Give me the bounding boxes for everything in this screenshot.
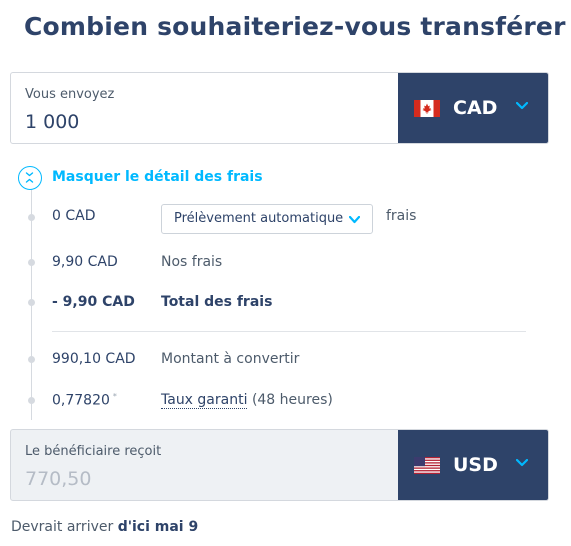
delivery-date: d'ici mai 9 [117, 519, 199, 535]
chevron-down-icon [349, 216, 360, 224]
timeline-dot [28, 299, 35, 306]
our-fee-amount: 9,90 CAD [52, 254, 118, 270]
send-currency-code: CAD [453, 97, 498, 119]
send-label: Vous envoyez [25, 87, 115, 102]
payment-fee-amount: 0 CAD [52, 208, 96, 224]
guaranteed-rate-link[interactable]: Taux garanti [161, 392, 248, 409]
payment-method-select[interactable]: Prélèvement automatique [161, 204, 373, 234]
flag-canada-icon [414, 99, 440, 117]
timeline-dot [28, 259, 35, 266]
payment-fee-suffix: frais [386, 208, 417, 224]
chevron-down-icon [516, 459, 528, 467]
guaranteed-rate: Taux garanti (48 heures) [161, 392, 333, 409]
chevron-down-icon [516, 102, 528, 110]
total-fee-label: Total des frais [161, 294, 273, 310]
collapse-icon[interactable] [18, 166, 42, 190]
receive-currency-selector[interactable]: USD [398, 430, 548, 500]
delivery-estimate: Devrait arriver d'ici mai 9 [11, 519, 198, 535]
our-fee-label: Nos frais [161, 254, 223, 270]
fee-divider [52, 331, 526, 332]
receive-amount-box: Le bénéficiaire reçoit 770,50 USD [10, 429, 549, 501]
hide-fee-details-link[interactable]: Masquer le détail des frais [52, 169, 263, 185]
page-title: Combien souhaiteriez-vous transférer ? [24, 12, 571, 41]
convert-label: Montant à convertir [161, 351, 300, 367]
rate-footnote-marker: * [112, 392, 117, 401]
send-amount-input[interactable]: 1 000 [25, 111, 79, 133]
receive-amount-input[interactable]: 770,50 [25, 468, 91, 490]
flag-usa-icon [414, 456, 440, 474]
send-currency-selector[interactable]: CAD [398, 73, 548, 143]
exchange-rate-value: 0,77820 [52, 392, 110, 409]
send-amount-box: Vous envoyez 1 000 CAD [10, 72, 549, 144]
exchange-rate: 0,77820 * [52, 392, 117, 409]
guaranteed-rate-duration: (48 heures) [251, 392, 333, 408]
timeline-dot [28, 214, 35, 221]
delivery-prefix: Devrait arriver [11, 519, 114, 535]
timeline-dot [28, 397, 35, 404]
receive-label: Le bénéficiaire reçoit [25, 444, 162, 459]
receive-currency-code: USD [453, 454, 498, 476]
timeline-dot [28, 356, 35, 363]
total-fee-amount: - 9,90 CAD [52, 294, 135, 310]
payment-method-value: Prélèvement automatique [174, 211, 344, 226]
convert-amount: 990,10 CAD [52, 351, 136, 367]
